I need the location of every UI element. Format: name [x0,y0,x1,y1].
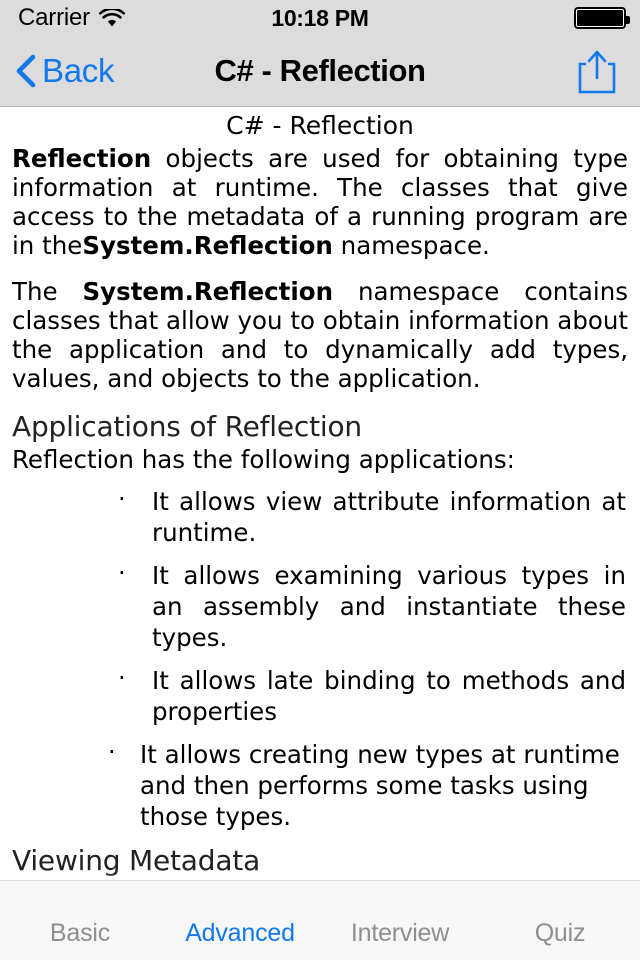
list-item: It allows examining various types in an … [12,558,628,653]
applications-list: It allows view attribute information at … [12,484,628,832]
back-button-label: Back [42,52,115,89]
share-icon [578,50,616,94]
tab-basic[interactable]: Basic [0,919,160,960]
paragraph-namespace-text-1: The [12,277,83,306]
share-button[interactable] [576,47,618,95]
paragraph-intro: Reflection objects are used for obtainin… [12,144,628,260]
article-scroll-view[interactable]: C# - Reflection Reflection objects are u… [0,107,640,880]
tab-bar: Basic Advanced Interview Quiz [0,880,640,960]
tab-interview[interactable]: Interview [320,919,480,960]
term-system-reflection-1: System.Reflection [82,231,333,260]
chevron-left-icon [14,54,36,88]
term-system-reflection-2: System.Reflection [82,277,334,306]
paragraph-namespace: The System.Reflection namespace contains… [12,277,628,393]
list-item: It allows view attribute information at … [12,484,628,548]
list-item: It allows creating new types at runtime … [12,737,628,832]
status-bar-right [574,0,630,36]
section-heading-viewing-metadata: Viewing Metadata [12,844,261,877]
paragraph-intro-text-2: namespace. [332,231,490,260]
list-item: It allows late binding to methods and pr… [12,663,628,727]
tab-advanced[interactable]: Advanced [160,919,320,960]
applications-lead: Reflection has the following application… [12,445,515,474]
status-bar-clock: 10:18 PM [271,4,369,31]
term-reflection: Reflection [12,144,152,173]
article-title: C# - Reflection [226,111,414,140]
battery-icon [574,7,630,29]
navigation-bar: Back C# - Reflection [0,36,640,107]
section-heading-applications: Applications of Reflection [12,410,362,443]
status-bar: Carrier 10:18 PM [0,0,640,36]
back-button[interactable]: Back [14,52,114,90]
article-body: C# - Reflection Reflection objects are u… [0,111,640,880]
tab-quiz[interactable]: Quiz [480,919,640,960]
